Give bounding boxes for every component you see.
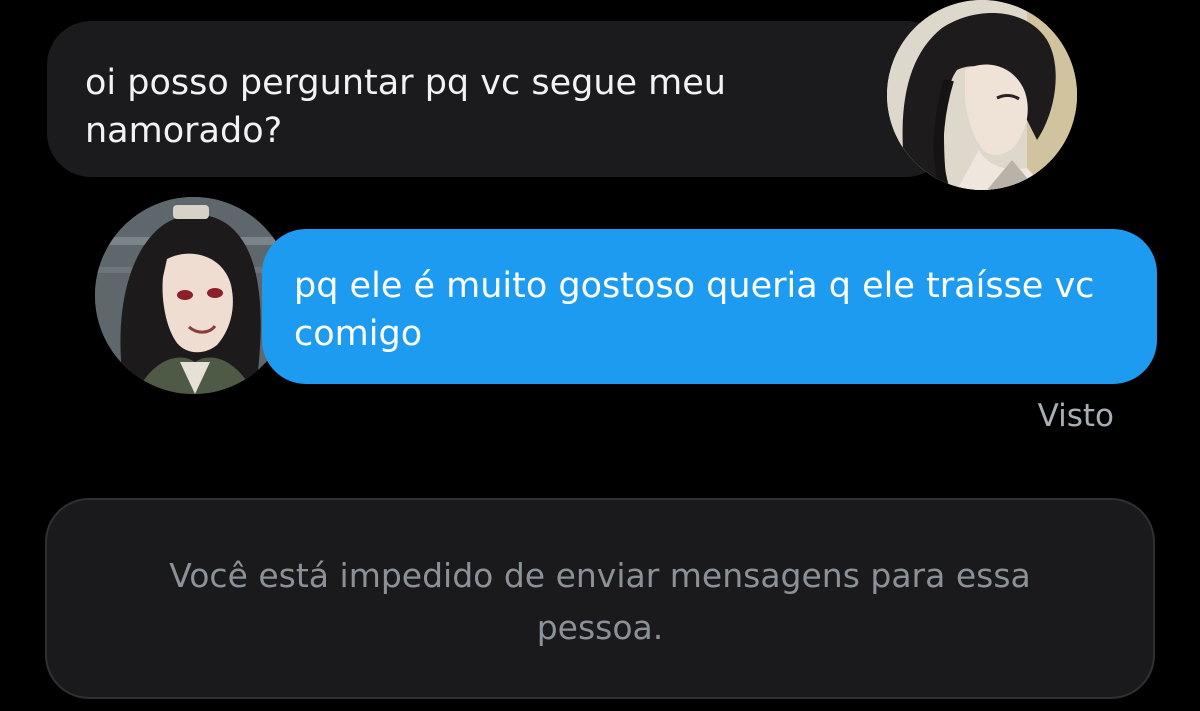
sent-message-bubble[interactable]: pq ele é muito gostoso queria q ele traí… — [262, 229, 1157, 384]
read-receipt: Visto — [1037, 398, 1114, 434]
received-message-bubble[interactable]: oi posso perguntar pq vc segue meu namor… — [47, 21, 950, 177]
sender-avatar[interactable] — [887, 0, 1077, 190]
blocked-composer-notice: Você está impedido de enviar mensagens p… — [45, 498, 1155, 699]
blocked-notice-text: Você está impedido de enviar mensagens p… — [169, 555, 1031, 647]
user-avatar-icon — [887, 0, 1077, 190]
